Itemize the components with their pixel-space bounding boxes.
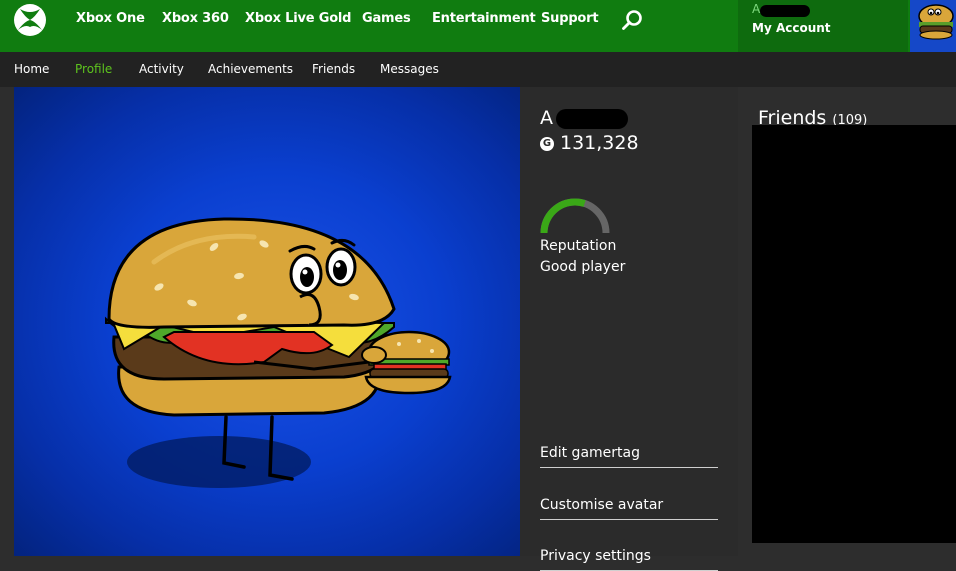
account-gamertag: A: [752, 2, 812, 18]
profile-sub-nav: Home Profile Activity Achievements Frien…: [0, 52, 956, 87]
gamerscore-value: 131,328: [560, 132, 639, 154]
subnav-home[interactable]: Home: [14, 62, 49, 76]
redaction-mark: [556, 109, 628, 129]
search-icon[interactable]: [620, 8, 644, 32]
nav-xbox-360[interactable]: Xbox 360: [162, 11, 229, 26]
nav-support[interactable]: Support: [541, 11, 599, 26]
account-avatar[interactable]: [910, 0, 956, 52]
nav-xbox-one[interactable]: Xbox One: [76, 11, 145, 26]
subnav-messages[interactable]: Messages: [380, 62, 439, 76]
nav-games[interactable]: Games: [362, 11, 411, 26]
top-nav-bar: Xbox One Xbox 360 Xbox Live Gold Games E…: [0, 0, 956, 52]
reputation-value: Good player: [540, 259, 626, 275]
customise-avatar-link[interactable]: Customise avatar: [540, 497, 718, 520]
my-account-label: My Account: [752, 21, 831, 35]
left-gutter: [0, 87, 14, 556]
burger-avatar-thumbnail: [918, 4, 954, 40]
subnav-profile[interactable]: Profile: [75, 62, 112, 76]
redaction-mark: [760, 5, 810, 17]
friends-list[interactable]: [752, 125, 956, 543]
burger-avatar-image: [105, 217, 452, 488]
privacy-settings-link[interactable]: Privacy settings: [540, 548, 718, 571]
gamerscore-icon: G: [540, 137, 554, 151]
avatar-panel: [14, 87, 520, 556]
subnav-activity[interactable]: Activity: [139, 62, 184, 76]
nav-entertainment[interactable]: Entertainment: [432, 11, 536, 26]
reputation-label: Reputation: [540, 238, 617, 254]
nav-xbox-live-gold[interactable]: Xbox Live Gold: [245, 11, 351, 26]
subnav-friends[interactable]: Friends: [312, 62, 355, 76]
xbox-logo-icon[interactable]: [13, 3, 47, 37]
friends-panel: Friends (109): [738, 87, 956, 556]
reputation-gauge: [540, 198, 610, 234]
subnav-achievements[interactable]: Achievements: [208, 62, 293, 76]
profile-info-panel: A G 131,328 Reputation Good player Edit …: [520, 87, 738, 571]
gamertag: A: [540, 107, 553, 129]
edit-gamertag-link[interactable]: Edit gamertag: [540, 445, 718, 468]
my-account-button[interactable]: A My Account: [738, 0, 908, 52]
reputation-gauge-fill: [540, 198, 586, 234]
account-gamertag-initial: A: [752, 2, 761, 16]
